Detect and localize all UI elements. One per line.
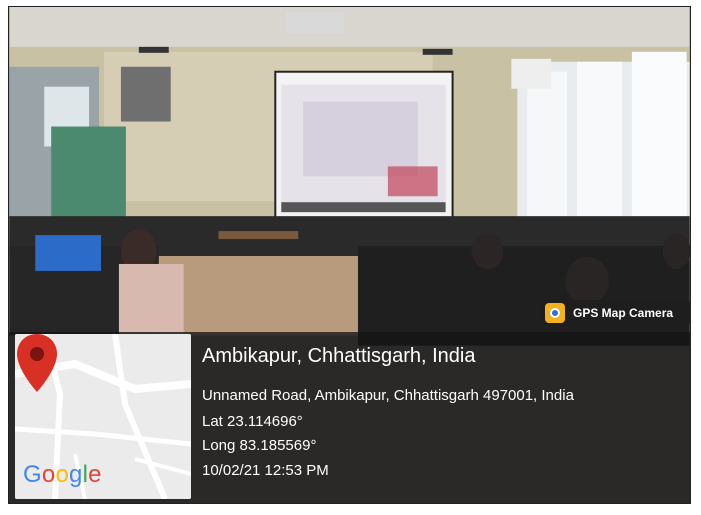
gps-map-camera-badge: GPS Map Camera — [541, 300, 690, 326]
photo-frame: GPS Map Camera Google Ambikapur, Chhatti… — [8, 6, 691, 504]
datetime-text: 10/02/21 12:53 PM — [202, 462, 329, 479]
map-thumbnail: Google — [15, 334, 191, 499]
location-pin-icon — [17, 334, 57, 392]
badge-label: GPS Map Camera — [573, 306, 674, 320]
google-logo: Google — [23, 461, 102, 488]
gps-map-camera-icon — [545, 303, 565, 323]
latitude-text: Lat 23.114696° — [202, 413, 303, 430]
longitude-text: Long 83.185569° — [202, 437, 317, 454]
address-text: Unnamed Road, Ambikapur, Chhattisgarh 49… — [202, 387, 574, 404]
place-name: Ambikapur, Chhattisgarh, India — [202, 345, 476, 367]
